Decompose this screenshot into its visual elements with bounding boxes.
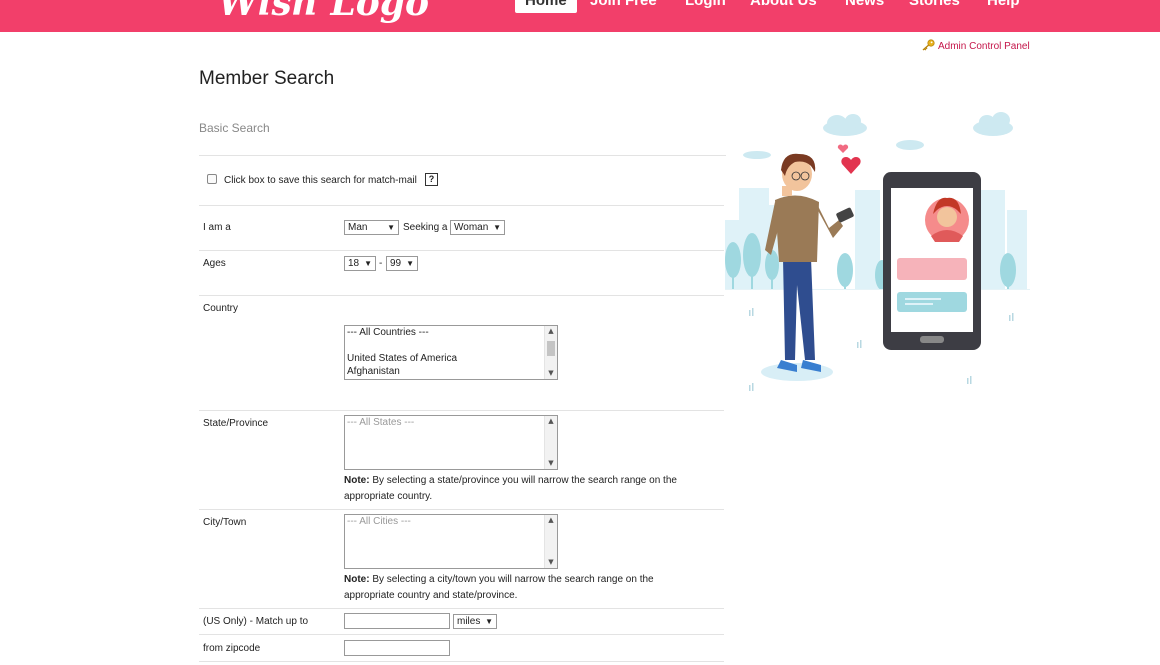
- list-item[interactable]: --- All Cities ---: [347, 516, 411, 527]
- dropdown-arrow-icon: ▼: [485, 617, 493, 626]
- nav-news[interactable]: News: [845, 0, 884, 13]
- city-listbox[interactable]: --- All Cities --- ▲ ▼: [344, 514, 558, 569]
- dropdown-arrow-icon: ▼: [406, 259, 414, 268]
- nav-help[interactable]: Help: [987, 0, 1020, 13]
- scroll-down-icon[interactable]: ▼: [545, 458, 557, 469]
- divider: [199, 509, 724, 510]
- note-text: By selecting a city/town you will narrow…: [344, 574, 654, 601]
- dropdown-arrow-icon: ▼: [364, 259, 372, 268]
- gender-select[interactable]: Man ▼: [344, 220, 399, 235]
- site-logo[interactable]: Wish Logo: [218, 0, 429, 24]
- scrollbar[interactable]: ▲ ▼: [544, 416, 557, 469]
- top-nav-bar: Wish Logo Home Join Free Login About Us …: [0, 0, 1160, 32]
- scroll-down-icon[interactable]: ▼: [545, 368, 557, 379]
- note-prefix: Note:: [344, 574, 370, 585]
- seeking-label: Seeking a: [403, 222, 448, 233]
- scroll-up-icon[interactable]: ▲: [545, 326, 557, 337]
- ages-label: Ages: [203, 258, 226, 269]
- country-listbox[interactable]: --- All Countries --- United States of A…: [344, 325, 558, 380]
- list-item[interactable]: United States of America: [347, 353, 457, 364]
- list-item[interactable]: Afghanistan: [347, 366, 400, 377]
- save-search-label: Click box to save this search for match-…: [224, 175, 417, 186]
- nav-about-us[interactable]: About Us: [750, 0, 817, 13]
- age-min-select[interactable]: 18 ▼: [344, 256, 376, 271]
- scrollbar[interactable]: ▲ ▼: [544, 515, 557, 568]
- page-title: Member Search: [199, 68, 335, 89]
- nav-stories[interactable]: Stories: [909, 0, 960, 13]
- divider: [199, 661, 724, 662]
- i-am-label: I am a: [203, 222, 231, 233]
- city-note: Note: By selecting a city/town you will …: [344, 572, 704, 604]
- distance-input[interactable]: [344, 613, 450, 629]
- city-label: City/Town: [203, 517, 247, 528]
- scroll-thumb[interactable]: [547, 341, 555, 356]
- nav-home[interactable]: Home: [515, 0, 577, 13]
- distance-unit-value: miles: [457, 616, 481, 627]
- nav-login[interactable]: Login: [685, 0, 726, 13]
- seeking-select[interactable]: Woman ▼: [450, 220, 505, 235]
- scroll-down-icon[interactable]: ▼: [545, 557, 557, 568]
- distance-unit-select[interactable]: miles ▼: [453, 614, 497, 629]
- note-prefix: Note:: [344, 475, 370, 486]
- state-listbox[interactable]: --- All States --- ▲ ▼: [344, 415, 558, 470]
- age-max-select[interactable]: 99 ▼: [386, 256, 418, 271]
- admin-control-panel-link[interactable]: Admin Control Panel: [921, 39, 1030, 52]
- country-label: Country: [203, 303, 239, 314]
- note-text: By selecting a state/province you will n…: [344, 475, 677, 502]
- key-icon: [921, 39, 935, 51]
- scroll-up-icon[interactable]: ▲: [545, 416, 557, 427]
- scrollbar[interactable]: ▲ ▼: [544, 326, 557, 379]
- list-item[interactable]: --- All Countries ---: [347, 327, 429, 338]
- dating-app-illustration: [725, 110, 1035, 400]
- age-min-value: 18: [348, 258, 360, 269]
- nav-join-free[interactable]: Join Free: [590, 0, 657, 13]
- admin-link-label[interactable]: Admin Control Panel: [938, 41, 1030, 52]
- age-separator: -: [379, 258, 383, 269]
- divider: [199, 410, 724, 411]
- divider: [199, 155, 726, 156]
- save-search-checkbox[interactable]: [207, 174, 217, 184]
- help-icon[interactable]: ?: [425, 173, 438, 186]
- scroll-up-icon[interactable]: ▲: [545, 515, 557, 526]
- dropdown-arrow-icon: ▼: [387, 223, 395, 232]
- zipcode-label: from zipcode: [203, 643, 261, 654]
- match-distance-label: (US Only) - Match up to: [203, 616, 309, 627]
- dropdown-arrow-icon: ▼: [493, 223, 501, 232]
- zipcode-input[interactable]: [344, 640, 450, 656]
- divider: [199, 608, 724, 609]
- state-note: Note: By selecting a state/province you …: [344, 473, 704, 505]
- divider: [199, 250, 724, 251]
- gender-select-value: Man: [348, 222, 368, 233]
- list-item[interactable]: --- All States ---: [347, 417, 414, 428]
- divider: [199, 295, 724, 296]
- divider: [199, 634, 724, 635]
- age-max-value: 99: [390, 258, 402, 269]
- section-title: Basic Search: [199, 121, 270, 135]
- seeking-select-value: Woman: [454, 222, 489, 233]
- divider: [199, 205, 724, 206]
- state-label: State/Province: [203, 418, 269, 429]
